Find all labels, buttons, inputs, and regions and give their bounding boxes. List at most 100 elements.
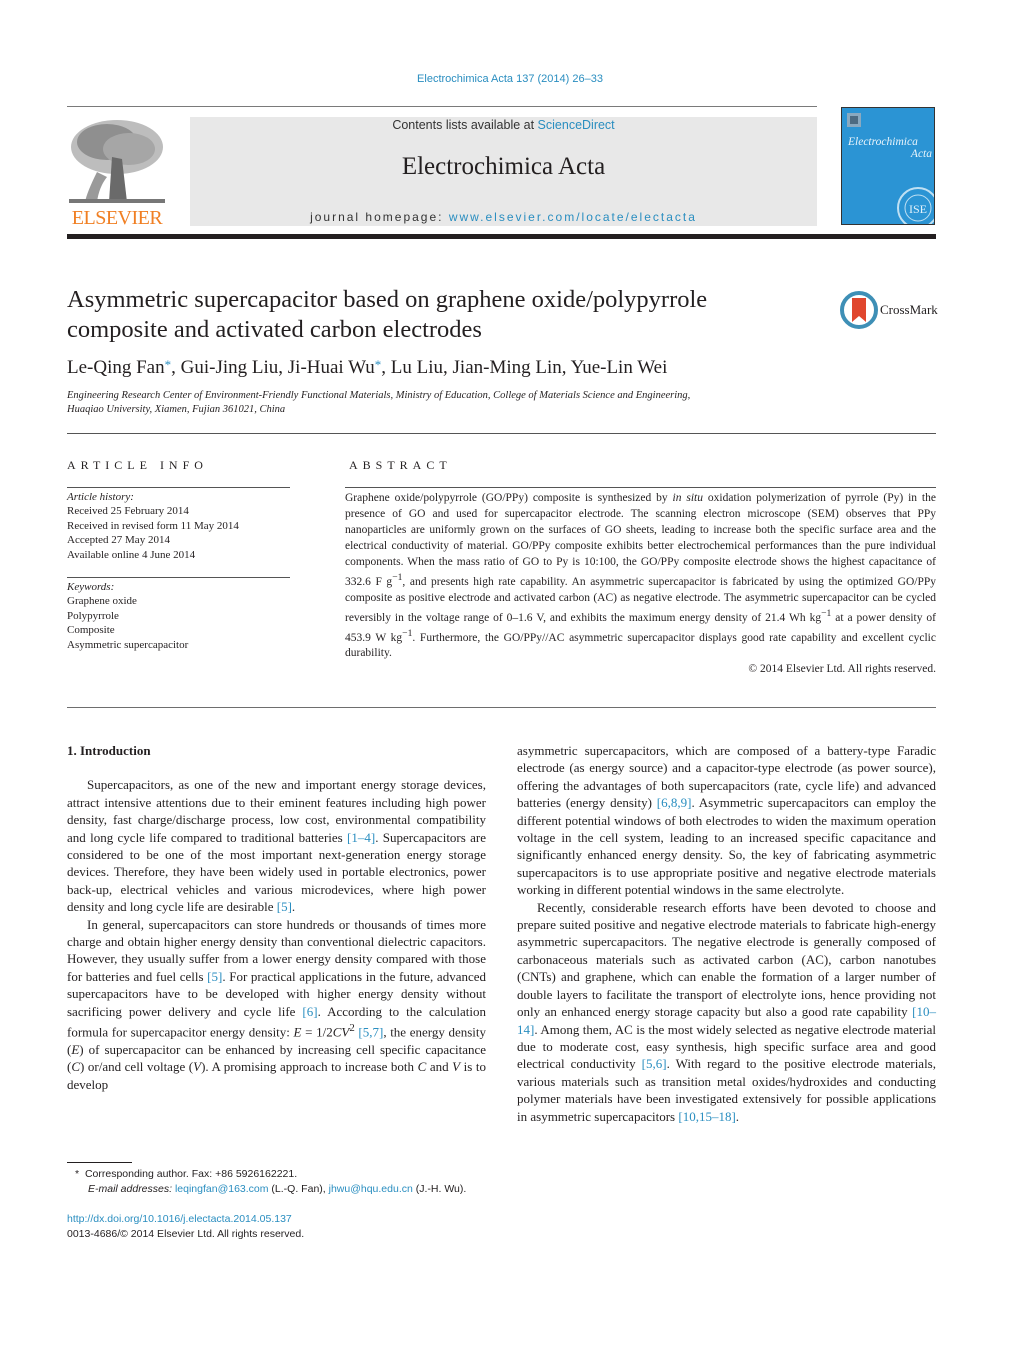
author-1[interactable]: Le-Qing Fan: [67, 357, 165, 378]
doi-link[interactable]: http://dx.doi.org/10.1016/j.electacta.20…: [67, 1212, 304, 1227]
crossmark-label: CrossMark: [880, 302, 938, 317]
paragraph: Supercapacitors, as one of the new and i…: [67, 776, 486, 915]
citation-link[interactable]: [5,6]: [642, 1056, 667, 1071]
crossmark-badge[interactable]: CrossMark: [840, 291, 940, 329]
abstract-superscript: −1: [402, 627, 413, 639]
history-received: Received 25 February 2014: [67, 505, 189, 518]
paragraph: asymmetric supercapacitors, which are co…: [517, 742, 936, 899]
citation-link[interactable]: [5]: [207, 969, 222, 984]
text-segment: .: [735, 1108, 740, 1124]
formula-variable: CV: [332, 1024, 350, 1040]
paragraph: In general, supercapacitors can store hu…: [67, 916, 486, 1093]
cover-title-line2: Acta: [910, 148, 932, 160]
history-accepted: Accepted 27 May 2014: [67, 534, 170, 547]
formula-variable: C: [71, 1059, 81, 1075]
front-matter-divider: [67, 433, 936, 434]
abstract-segment: oxidation polymerization of pyrrole (Py)…: [345, 492, 936, 588]
abstract-copyright: © 2014 Elsevier Ltd. All rights reserved…: [748, 663, 936, 676]
formula-variable: C: [417, 1059, 427, 1075]
footnote-rule: [67, 1162, 132, 1163]
author-6[interactable]: Yue-Lin Wei: [571, 357, 668, 378]
abstract-superscript: −1: [821, 607, 832, 619]
author-3[interactable]: Ji-Huai Wu: [288, 357, 375, 378]
cover-title-line1: Electrochimica: [848, 136, 918, 148]
author-separator: ,: [171, 357, 181, 378]
text-segment: Recently, considerable research efforts …: [517, 899, 936, 1020]
crossmark-icon: [840, 291, 878, 329]
formula-variable: V: [452, 1059, 461, 1075]
article-history: Article history: Received 25 February 20…: [67, 490, 239, 562]
affiliation: Engineering Research Center of Environme…: [67, 389, 827, 417]
elsevier-tree-icon: [69, 120, 165, 203]
ise-seal-icon: ISE: [897, 187, 934, 224]
elsevier-wordmark: ELSEVIER: [71, 207, 163, 229]
author-separator: ,: [278, 357, 288, 378]
article-info-heading: ARTICLE INFO: [67, 458, 208, 472]
paragraph: Recently, considerable research efforts …: [517, 899, 936, 1125]
text-segment: ). A promising approach to increase both: [201, 1059, 418, 1075]
formula-variable: E: [293, 1024, 302, 1040]
author-separator: ,: [381, 357, 391, 378]
citation-link[interactable]: [1–4]: [347, 830, 375, 845]
affiliation-line1: Engineering Research Center of Environme…: [67, 390, 691, 401]
abstract-segment: Graphene oxide/polypyrrole (GO/PPy) comp…: [345, 492, 673, 504]
keyword-item: Asymmetric supercapacitor: [67, 638, 189, 651]
doi-block: http://dx.doi.org/10.1016/j.electacta.20…: [67, 1212, 304, 1241]
header-thick-rule: [67, 234, 936, 239]
cover-title: Electrochimica Acta: [848, 136, 932, 160]
article-history-label: Article history:: [67, 491, 134, 503]
elsevier-logo[interactable]: ELSEVIER: [67, 117, 167, 229]
contents-prefix: Contents lists available at: [392, 118, 538, 132]
author-separator: ,: [561, 357, 571, 378]
abstract-segment: . Furthermore, the GO/PPy//AC asymmetric…: [345, 631, 936, 660]
abstract-heading: ABSTRACT: [349, 458, 452, 472]
corresponding-author-note: * Corresponding author. Fax: +86 5926162…: [67, 1167, 497, 1182]
email-owner: (J.-H. Wu).: [412, 1183, 467, 1195]
header-divider: [67, 106, 817, 107]
citation-link[interactable]: [5,7]: [358, 1024, 383, 1039]
issn-copyright: 0013-4686/© 2014 Elsevier Ltd. All right…: [67, 1227, 305, 1240]
footnotes: * Corresponding author. Fax: +86 5926162…: [67, 1167, 497, 1197]
homepage-link[interactable]: www.elsevier.com/locate/electacta: [449, 210, 697, 224]
journal-homepage: journal homepage: www.elsevier.com/locat…: [190, 210, 817, 224]
abstract-text: Graphene oxide/polypyrrole (GO/PPy) comp…: [345, 490, 936, 661]
abstract-end-rule: [67, 707, 936, 708]
abstract-italic: in situ: [672, 492, 703, 504]
citation-link[interactable]: [5]: [277, 899, 292, 914]
author-5[interactable]: Jian-Ming Lin: [453, 357, 562, 378]
abstract-superscript: −1: [392, 572, 403, 583]
article-title-line2: composite and activated carbon electrode…: [67, 316, 482, 343]
homepage-prefix: journal homepage:: [310, 210, 449, 224]
email-label: E-mail addresses:: [88, 1183, 173, 1195]
journal-banner: Contents lists available at ScienceDirec…: [190, 117, 817, 226]
body-column-left: 1. Introduction Supercapacitors, as one …: [67, 742, 486, 1093]
sciencedirect-link[interactable]: ScienceDirect: [538, 118, 615, 132]
keywords-label: Keywords:: [67, 581, 115, 593]
affiliation-line2: Huaqiao University, Xiamen, Fujian 36102…: [67, 404, 286, 415]
keyword-item: Composite: [67, 624, 115, 637]
journal-title: Electrochimica Acta: [401, 153, 606, 180]
elsevier-mini-logo-icon: [847, 113, 861, 127]
journal-cover[interactable]: Electrochimica Acta ISE: [841, 107, 935, 225]
author-4[interactable]: Lu Liu: [391, 357, 443, 378]
author-2[interactable]: Gui-Jing Liu: [181, 357, 279, 378]
citation-link[interactable]: [6,8,9]: [657, 795, 692, 810]
author-separator: ,: [443, 357, 453, 378]
keywords: Keywords: Graphene oxide Polypyrrole Com…: [67, 580, 188, 652]
author-list: Le-Qing Fan*, Gui-Jing Liu, Ji-Huai Wu*,…: [67, 357, 667, 379]
email-owner: (L.-Q. Fan),: [268, 1183, 329, 1195]
citation-link[interactable]: [6]: [302, 1004, 317, 1019]
journal-citation[interactable]: Electrochimica Acta 137 (2014) 26–33: [0, 73, 1020, 85]
contents-line: Contents lists available at ScienceDirec…: [190, 118, 817, 132]
article-title-line1: Asymmetric supercapacitor based on graph…: [67, 286, 708, 313]
formula-variable: V: [193, 1059, 202, 1075]
text-segment: and: [426, 1059, 453, 1075]
citation-link[interactable]: [10,15–18]: [678, 1109, 735, 1124]
footnote-star: *: [75, 1168, 80, 1180]
formula-superscript: 2: [349, 1022, 355, 1035]
email-link[interactable]: leqingfan@163.com: [175, 1183, 269, 1195]
journal-citation-link[interactable]: Electrochimica Acta 137 (2014) 26–33: [417, 73, 603, 85]
email-link[interactable]: jhwu@hqu.edu.cn: [329, 1183, 413, 1195]
article-title: Asymmetric supercapacitor based on graph…: [67, 285, 827, 345]
email-addresses: E-mail addresses: leqingfan@163.com (L.-…: [67, 1182, 497, 1197]
